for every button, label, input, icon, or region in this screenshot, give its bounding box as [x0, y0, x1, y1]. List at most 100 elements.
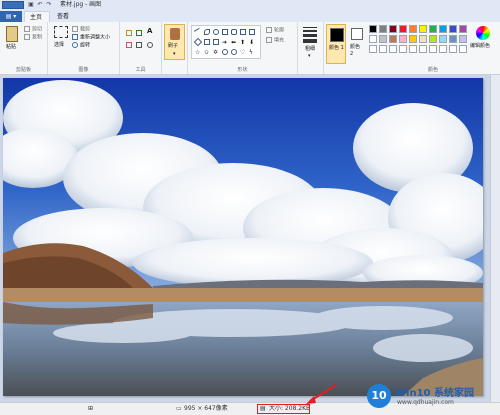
undo-icon[interactable]: ↶: [36, 1, 44, 8]
star6-icon[interactable]: ✡: [213, 49, 219, 56]
color-swatch[interactable]: [369, 35, 377, 43]
app-menu-button[interactable]: [2, 1, 24, 9]
rectangle-icon[interactable]: [222, 29, 228, 35]
select-icon[interactable]: [54, 26, 68, 38]
color-swatch[interactable]: [399, 25, 407, 33]
colors-group-label: 颜色: [427, 67, 438, 73]
outline-button[interactable]: 轮廓: [266, 27, 284, 35]
color-swatch[interactable]: [379, 25, 387, 33]
copy-icon: [24, 34, 30, 40]
copy-button[interactable]: 复制: [24, 34, 42, 42]
color-swatch[interactable]: [429, 25, 437, 33]
callout-oval-icon[interactable]: [231, 49, 237, 55]
color-swatch[interactable]: [419, 25, 427, 33]
color1-button[interactable]: 颜色 1: [326, 24, 346, 64]
tab-file[interactable]: ▤ ▾: [0, 11, 22, 22]
color2-button[interactable]: 颜色 2: [348, 24, 366, 64]
watermark-logo: 10: [367, 384, 391, 408]
brushes-button[interactable]: 刷子 ▾: [164, 24, 185, 60]
fill-bucket-icon[interactable]: [136, 30, 142, 36]
color-swatch[interactable]: [449, 45, 457, 53]
color-swatch[interactable]: [409, 25, 417, 33]
heart-icon[interactable]: ♡: [240, 49, 246, 56]
color-swatch[interactable]: [429, 45, 437, 53]
color-swatch[interactable]: [449, 25, 457, 33]
landscape-photo: [3, 78, 483, 396]
color-swatch[interactable]: [419, 35, 427, 43]
color-swatch[interactable]: [409, 35, 417, 43]
paste-button[interactable]: 粘贴: [6, 44, 16, 51]
arrow-down-icon[interactable]: ⬇: [249, 39, 255, 46]
text-tool-icon[interactable]: A: [147, 28, 152, 35]
color-swatch[interactable]: [389, 45, 397, 53]
resize-icon: [72, 34, 78, 40]
line-icon[interactable]: [193, 27, 203, 37]
rotate-button[interactable]: 旋转: [72, 42, 90, 50]
tab-view[interactable]: 查看: [52, 11, 74, 22]
color-swatch[interactable]: [439, 35, 447, 43]
color-swatch[interactable]: [379, 35, 387, 43]
color-swatch[interactable]: [459, 45, 467, 53]
save-icon[interactable]: ▣: [27, 1, 35, 8]
edit-colors-icon[interactable]: [476, 26, 490, 40]
curve-icon[interactable]: [204, 29, 210, 35]
diamond-icon[interactable]: [193, 37, 203, 47]
triangle-icon[interactable]: [249, 29, 255, 35]
size-group: 粗细 ▾: [298, 22, 324, 74]
resize-button[interactable]: 重新调整大小: [72, 34, 110, 42]
arrow-up-icon[interactable]: ⬆: [240, 39, 246, 46]
tools-group-label: 工具: [135, 67, 146, 73]
pencil-icon[interactable]: [126, 30, 132, 36]
edit-colors-button[interactable]: 编辑颜色: [470, 43, 490, 50]
color-swatch[interactable]: [389, 35, 397, 43]
color-swatch[interactable]: [409, 45, 417, 53]
outline-icon: [266, 27, 272, 33]
color-swatch[interactable]: [369, 45, 377, 53]
canvas-position-icon: ⊞: [88, 405, 94, 412]
hexagon-icon[interactable]: [213, 39, 219, 45]
fill-button[interactable]: 填充: [266, 37, 284, 45]
oval-icon[interactable]: [213, 29, 219, 35]
image-group-label: 图像: [78, 67, 89, 73]
color-swatch[interactable]: [429, 35, 437, 43]
crop-button[interactable]: 裁剪: [72, 26, 90, 34]
watermark-brand: Win10 系统家园: [395, 388, 474, 399]
vertical-scrollbar[interactable]: [490, 75, 500, 402]
eraser-icon[interactable]: [126, 42, 132, 48]
color-swatch[interactable]: [379, 45, 387, 53]
callout-icon[interactable]: [222, 49, 228, 55]
color-swatch[interactable]: [399, 35, 407, 43]
color-swatch[interactable]: [419, 45, 427, 53]
shapes-gallery[interactable]: ➜ ⬅ ⬆ ⬇ ☆ ✩ ✡ ♡ ϟ: [191, 25, 261, 59]
lightning-icon[interactable]: ϟ: [249, 49, 255, 56]
color-swatch[interactable]: [459, 25, 467, 33]
arrow-left-icon[interactable]: ⬅: [231, 39, 237, 46]
color-swatch[interactable]: [389, 25, 397, 33]
star-icon[interactable]: ☆: [195, 49, 201, 56]
color-swatch[interactable]: [399, 45, 407, 53]
cut-button[interactable]: 剪切: [24, 26, 42, 34]
ribbon-tabs: ▤ ▾ 主页 查看: [0, 10, 500, 22]
redo-icon[interactable]: ↷: [45, 1, 53, 8]
tab-home[interactable]: 主页: [24, 11, 50, 22]
image-canvas[interactable]: [3, 78, 483, 396]
color-swatch[interactable]: [459, 35, 467, 43]
magnifier-icon[interactable]: [147, 42, 153, 48]
rounded-rectangle-icon[interactable]: [231, 29, 237, 35]
color-swatch[interactable]: [439, 25, 447, 33]
color-swatch[interactable]: [449, 35, 457, 43]
paste-icon[interactable]: [6, 26, 18, 42]
color-swatch[interactable]: [439, 45, 447, 53]
rotate-icon: [72, 42, 78, 48]
color-swatch[interactable]: [369, 25, 377, 33]
line-width-icon[interactable]: [303, 27, 317, 43]
colors-group: 编辑颜色 颜色: [366, 22, 500, 74]
color1-swatch: [330, 28, 344, 42]
select-button[interactable]: 选择: [54, 42, 64, 49]
polygon-icon[interactable]: [240, 29, 246, 35]
pentagon-icon[interactable]: [204, 39, 210, 45]
arrow-right-icon[interactable]: ➜: [222, 39, 228, 46]
color-picker-icon[interactable]: [136, 42, 142, 48]
annotation-arrow-icon: [306, 384, 337, 404]
star5-icon[interactable]: ✩: [204, 49, 210, 56]
